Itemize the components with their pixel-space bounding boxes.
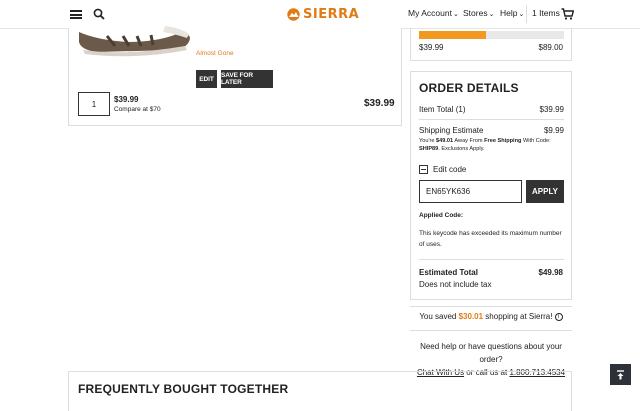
search-icon[interactable] bbox=[93, 8, 105, 20]
cart-icon[interactable] bbox=[561, 8, 574, 20]
savings-amount: $30.01 bbox=[458, 312, 484, 321]
back-to-top-button[interactable] bbox=[610, 364, 631, 385]
savings-text: shopping at Sierra! bbox=[483, 312, 553, 321]
edit-code-toggle[interactable]: Edit code bbox=[419, 165, 466, 174]
nav-label: Stores bbox=[463, 8, 488, 18]
info-icon[interactable]: i bbox=[554, 312, 563, 321]
nav-stores[interactable]: Stores⌄ bbox=[463, 8, 494, 18]
shipping-label: Shipping Estimate bbox=[419, 126, 484, 135]
cart-count: 1 Items bbox=[532, 8, 560, 18]
stock-note: Almost Gone bbox=[196, 50, 234, 57]
shipping-progress: $39.99 $89.00 bbox=[410, 28, 572, 61]
item-total-row: Item Total (1) $39.99 bbox=[419, 105, 564, 114]
progress-fill bbox=[419, 31, 486, 39]
help-question: Need help or have questions about your o… bbox=[420, 342, 562, 364]
nav-my-account[interactable]: My Account⌄ bbox=[408, 8, 459, 18]
edit-button[interactable]: EDIT bbox=[196, 70, 217, 88]
site-header: SIERRA My Account⌄ Stores⌄ Help⌄ 1 Items bbox=[0, 0, 640, 29]
compare-price: Compare at $70 bbox=[114, 106, 161, 113]
note-text: You're bbox=[419, 138, 437, 144]
promo-code-input[interactable]: EN65YK636 bbox=[419, 180, 522, 203]
chevron-down-icon: ⌄ bbox=[488, 11, 495, 18]
sierra-logo-icon bbox=[287, 8, 300, 21]
savings-message: You saved $30.01 shopping at Sierra! i bbox=[410, 312, 572, 321]
nav-divider bbox=[526, 5, 527, 23]
item-total-value: $39.99 bbox=[539, 105, 564, 114]
frequently-bought-section: FREQUENTLY BOUGHT TOGETHER bbox=[68, 371, 572, 411]
item-total-label: Item Total (1) bbox=[419, 105, 466, 114]
divider bbox=[419, 119, 564, 120]
savings-text: You saved bbox=[419, 312, 459, 321]
nav-label: Help bbox=[500, 8, 518, 18]
quantity-input[interactable]: 1 bbox=[78, 92, 110, 116]
progress-track bbox=[419, 31, 564, 39]
edit-code-label: Edit code bbox=[433, 165, 467, 174]
divider bbox=[410, 306, 572, 307]
apply-button[interactable]: APPLY bbox=[526, 180, 564, 203]
note-text: . Exclusions Apply. bbox=[438, 146, 485, 152]
progress-min: $39.99 bbox=[419, 43, 444, 52]
note-text: Away From bbox=[453, 138, 485, 144]
nav-label: My Account bbox=[408, 8, 452, 18]
shipping-row: Shipping Estimate $9.99 bbox=[419, 126, 564, 135]
unit-price: $39.99 bbox=[114, 95, 139, 104]
back-to-top-icon bbox=[617, 369, 624, 379]
collapse-icon bbox=[419, 165, 428, 174]
product-image[interactable] bbox=[77, 26, 192, 62]
brand-name: SIERRA bbox=[303, 7, 360, 22]
line-total: $39.99 bbox=[364, 98, 395, 109]
cart-item-card: Almost Gone EDIT SAVE FOR LATER 1 $39.99… bbox=[68, 26, 402, 126]
order-details-title: ORDER DETAILS bbox=[419, 81, 519, 95]
note-code: SHIP89 bbox=[419, 146, 439, 152]
applied-code-label: Applied Code: bbox=[419, 212, 464, 219]
divider bbox=[410, 330, 572, 331]
fbt-title: FREQUENTLY BOUGHT TOGETHER bbox=[78, 382, 289, 396]
chevron-down-icon: ⌄ bbox=[452, 11, 459, 18]
shipping-value: $9.99 bbox=[543, 126, 564, 135]
divider bbox=[419, 259, 564, 260]
estimated-total-label: Estimated Total bbox=[419, 268, 478, 277]
note-text: With Code: bbox=[521, 138, 551, 144]
cart-link[interactable]: 1 Items bbox=[532, 8, 560, 18]
site-logo[interactable]: SIERRA bbox=[287, 6, 359, 23]
applied-code-message: This keycode has exceeded its maximum nu… bbox=[419, 230, 562, 248]
order-details: ORDER DETAILS Item Total (1) $39.99 Ship… bbox=[410, 71, 572, 300]
save-for-later-button[interactable]: SAVE FOR LATER bbox=[221, 70, 273, 88]
note-free: Free Shipping bbox=[484, 138, 522, 144]
estimated-total-value: $49.98 bbox=[538, 268, 563, 277]
menu-icon[interactable] bbox=[70, 10, 82, 19]
progress-max: $89.00 bbox=[538, 43, 563, 52]
tax-note: Does not include tax bbox=[419, 280, 492, 289]
note-amount: $49.01 bbox=[436, 138, 454, 144]
chevron-down-icon: ⌄ bbox=[518, 11, 525, 18]
nav-help[interactable]: Help⌄ bbox=[500, 8, 524, 18]
free-shipping-note: You're $49.01 Away From Free Shipping Wi… bbox=[419, 137, 564, 153]
